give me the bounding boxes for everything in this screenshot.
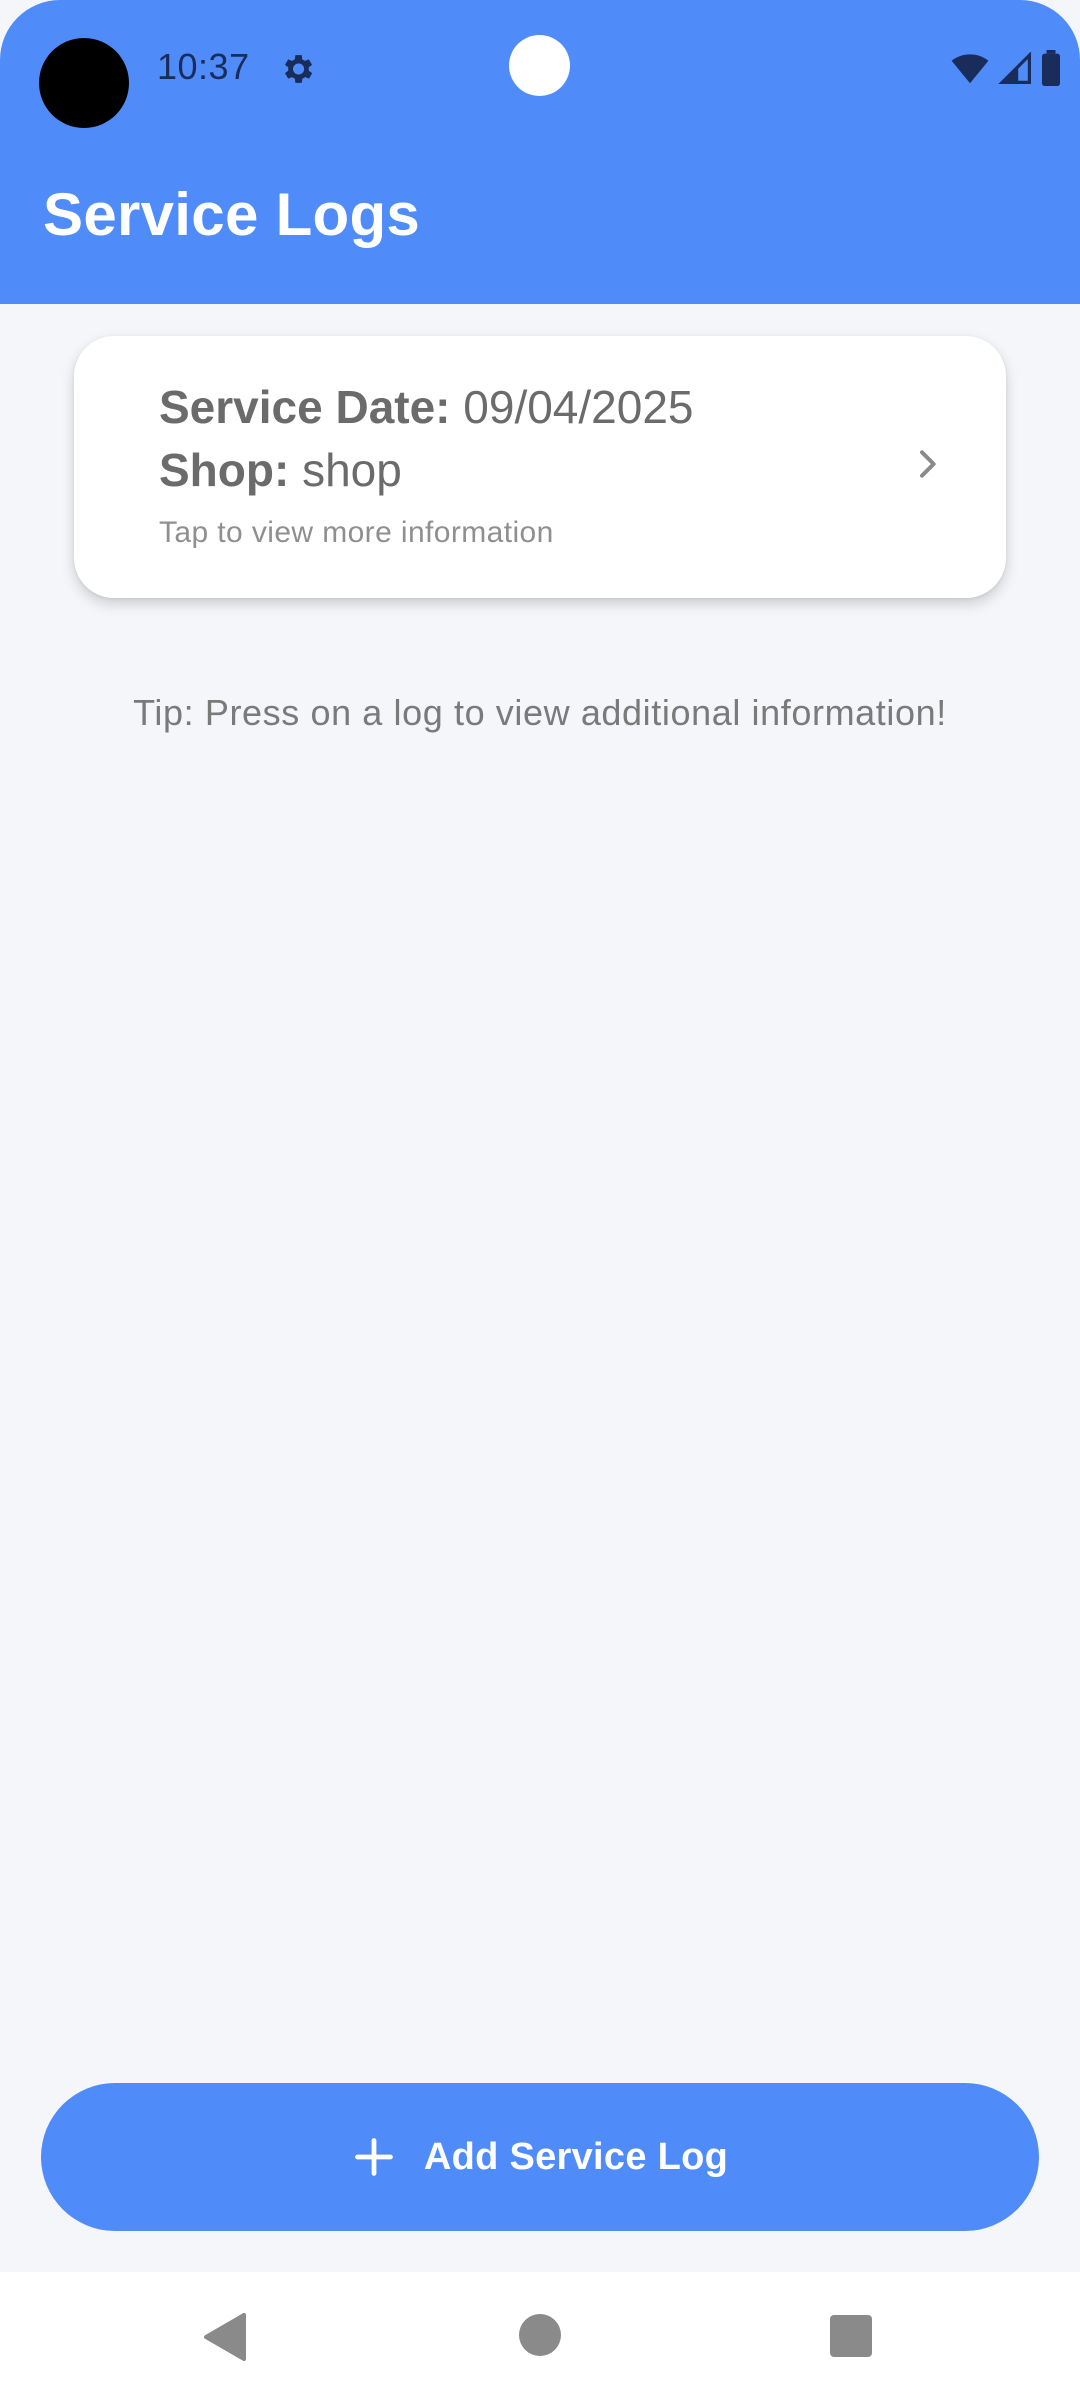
screen: 10:37 Service Logs Service Date: 09/04/2… — [0, 0, 1080, 2400]
page-title: Service Logs — [43, 181, 421, 248]
shop-value: shop — [302, 444, 402, 496]
wifi-icon — [951, 54, 989, 84]
plus-icon — [354, 2138, 393, 2176]
tip-text: Tip: Press on a log to view additional i… — [133, 692, 947, 733]
cellular-signal-icon — [998, 52, 1031, 84]
shop-line: Shop: shop — [159, 443, 402, 497]
service-date-value: 09/04/2025 — [463, 381, 694, 433]
status-time: 10:37 — [157, 46, 250, 87]
system-nav-bar — [0, 2272, 1080, 2400]
battery-icon — [1042, 50, 1060, 86]
service-log-card[interactable]: Service Date: 09/04/2025 Shop: shop Tap … — [74, 336, 1006, 598]
service-date-label: Service Date: — [159, 381, 451, 433]
home-icon[interactable] — [519, 2314, 561, 2356]
settings-gear-icon — [284, 55, 313, 83]
back-icon[interactable] — [202, 2312, 248, 2362]
card-hint: Tap to view more information — [159, 516, 554, 549]
service-date-line: Service Date: 09/04/2025 — [159, 380, 694, 434]
add-service-log-label: Add Service Log — [423, 2135, 729, 2178]
recents-icon[interactable] — [830, 2315, 872, 2357]
add-service-log-button[interactable]: Add Service Log — [41, 2083, 1039, 2231]
shop-label: Shop: — [159, 444, 290, 496]
app-header: 10:37 Service Logs — [0, 0, 1080, 304]
status-icons — [950, 50, 1062, 86]
notch-indicator — [509, 35, 570, 96]
front-camera — [39, 38, 129, 128]
chevron-right-icon — [920, 450, 936, 478]
